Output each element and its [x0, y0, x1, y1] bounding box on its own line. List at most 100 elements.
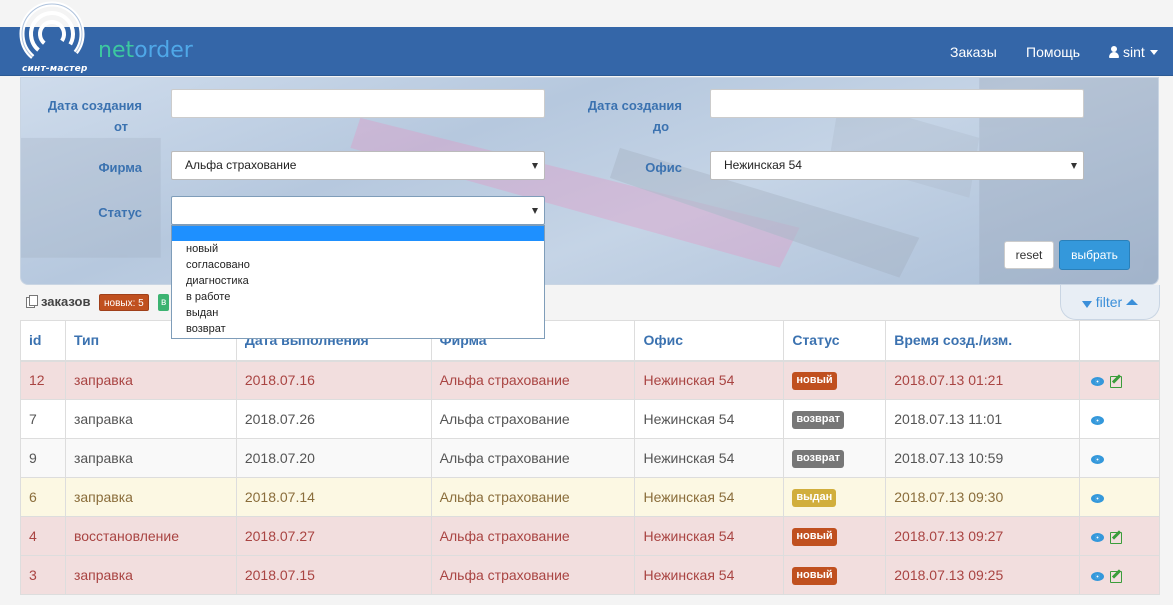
view-eye-icon[interactable] — [1091, 416, 1105, 425]
submit-filter-button[interactable]: выбрать — [1059, 240, 1130, 270]
status-dropdown-list[interactable]: новый согласовано диагностика в работе выдан… — [171, 225, 545, 339]
date-from-input[interactable] — [171, 89, 545, 118]
cell-actions — [1079, 477, 1160, 517]
office-select-value: Нежинская 54 — [724, 158, 802, 172]
cell-actions — [1079, 360, 1160, 400]
cell-actions — [1079, 516, 1160, 556]
edit-icon[interactable] — [1110, 569, 1123, 583]
status-badge: выдан — [792, 489, 837, 507]
table-row[interactable]: 7 заправка 2018.07.26 Альфа страхование Нежи… — [20, 399, 1160, 439]
cell-due: 2018.07.14 — [235, 477, 432, 517]
status-option[interactable]: возврат — [172, 321, 544, 337]
cell-type: заправка — [64, 438, 237, 478]
cell-time: 2018.07.13 01:21 — [885, 360, 1081, 400]
orders-count-label: заказов — [41, 294, 91, 309]
date-to-label: Дата создания до — [570, 95, 682, 137]
caret-up-icon — [1126, 299, 1139, 305]
office-select[interactable]: Нежинская 54 — [710, 151, 1084, 180]
funnel-icon — [1081, 301, 1092, 308]
status-option[interactable]: согласовано — [172, 257, 544, 273]
cell-firm: Альфа страхование — [430, 399, 636, 439]
status-count-badge[interactable]: в — [158, 294, 170, 311]
logo-subtitle: синт-мастер — [22, 64, 88, 74]
status-option[interactable]: в работе — [172, 289, 544, 305]
column-header[interactable] — [1079, 320, 1160, 362]
cell-type: заправка — [64, 555, 237, 595]
select-arrow-icon — [1071, 163, 1077, 169]
status-badge: новый — [792, 567, 837, 585]
status-badge: возврат — [792, 411, 844, 429]
filter-toggle-label: filter — [1095, 294, 1123, 310]
status-option[interactable] — [172, 226, 544, 241]
date-to-label-line2: до — [652, 119, 670, 134]
table-row[interactable]: 12 заправка 2018.07.16 Альфа страхование Неж… — [20, 360, 1160, 400]
view-eye-icon[interactable] — [1091, 377, 1105, 387]
cell-office: Нежинская 54 — [634, 516, 785, 556]
nav-user-menu[interactable]: sint — [1109, 44, 1158, 60]
status-option[interactable]: диагностика — [172, 273, 544, 289]
cell-office: Нежинская 54 — [634, 555, 785, 595]
status-label: Статус — [98, 205, 142, 220]
table-row[interactable]: 9 заправка 2018.07.20 Альфа страхование Нежи… — [20, 438, 1160, 478]
cell-id: 6 — [20, 477, 66, 517]
view-eye-icon[interactable] — [1091, 533, 1105, 542]
orders-count: заказов — [26, 294, 91, 309]
cell-due: 2018.07.26 — [235, 399, 432, 439]
new-orders-badge[interactable]: новых: 5 — [99, 294, 149, 311]
cell-id: 9 — [20, 438, 66, 478]
column-header[interactable]: Время созд./изм. — [885, 320, 1081, 362]
cell-due: 2018.07.27 — [235, 516, 432, 556]
date-from-label-line1: Дата создания — [47, 98, 142, 113]
cell-office: Нежинская 54 — [634, 477, 785, 517]
status-badge: новый — [792, 528, 837, 546]
nav-orders[interactable]: Заказы — [950, 44, 997, 60]
cell-firm: Альфа страхование — [430, 438, 636, 478]
cell-actions — [1079, 399, 1160, 439]
cell-due: 2018.07.15 — [235, 555, 432, 595]
filter-toggle-tab[interactable]: filter — [1060, 285, 1160, 320]
cell-time: 2018.07.13 10:59 — [885, 438, 1081, 478]
cell-actions — [1079, 438, 1160, 478]
cell-firm: Альфа страхование — [430, 477, 636, 517]
date-from-label-line2: от — [114, 119, 128, 134]
firm-select[interactable]: Альфа страхование — [171, 151, 545, 180]
cell-firm: Альфа страхование — [430, 360, 636, 400]
table-row[interactable]: 6 заправка 2018.07.14 Альфа страхование Нежи… — [20, 477, 1160, 517]
status-select[interactable] — [171, 196, 545, 225]
view-eye-icon[interactable] — [1091, 494, 1105, 503]
column-header[interactable]: Статус — [783, 320, 887, 362]
nav-help[interactable]: Помощь — [1026, 44, 1080, 60]
table-row[interactable]: 3 заправка 2018.07.15 Альфа страхование Нежи… — [20, 555, 1160, 595]
cell-office: Нежинская 54 — [634, 360, 785, 400]
view-eye-icon[interactable] — [1091, 572, 1105, 581]
brand-net: net — [98, 38, 135, 63]
status-option[interactable]: новый — [172, 241, 544, 257]
office-label: Офис — [645, 160, 682, 175]
cell-id: 4 — [20, 516, 66, 556]
column-header[interactable]: Офис — [634, 320, 785, 362]
select-arrow-icon — [532, 208, 538, 214]
firm-label: Фирма — [98, 160, 142, 175]
cell-type: заправка — [64, 360, 237, 400]
cell-type: заправка — [64, 477, 237, 517]
cell-office: Нежинская 54 — [634, 438, 785, 478]
cell-id: 3 — [20, 555, 66, 595]
cell-status: новый — [783, 360, 887, 400]
cell-actions — [1079, 555, 1160, 595]
cell-id: 7 — [20, 399, 66, 439]
cell-type: заправка — [64, 399, 237, 439]
column-header[interactable]: id — [20, 320, 66, 362]
cell-status: новый — [783, 516, 887, 556]
edit-icon[interactable] — [1110, 374, 1123, 389]
brand-name[interactable]: netorder — [98, 38, 193, 63]
status-option[interactable]: выдан — [172, 305, 544, 321]
edit-icon[interactable] — [1110, 530, 1123, 544]
view-eye-icon[interactable] — [1091, 455, 1105, 464]
table-row[interactable]: 4 восстановление 2018.07.27 Альфа страхован… — [20, 516, 1160, 556]
reset-button[interactable]: reset — [1004, 241, 1054, 269]
date-to-input[interactable] — [710, 89, 1084, 118]
cell-time: 2018.07.13 09:30 — [885, 477, 1081, 517]
cell-time: 2018.07.13 09:25 — [885, 555, 1081, 595]
chevron-down-icon — [1149, 50, 1158, 55]
cell-id: 12 — [20, 360, 66, 400]
